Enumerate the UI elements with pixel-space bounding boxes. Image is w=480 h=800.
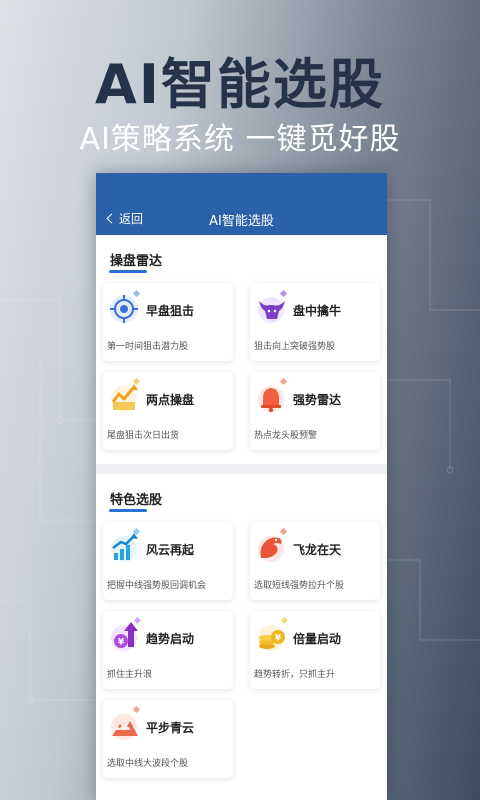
card-title: 早盘狙击 <box>146 304 195 318</box>
strategy-card[interactable]: 两点操盘 尾盘狙击次日出货 <box>103 372 233 450</box>
card-description: 抓住主升浪 <box>107 670 153 680</box>
target-icon <box>110 289 141 323</box>
section-operation-radar: 操盘雷达 早盘狙击 第一时间狙击潜力股 盘中擒牛 狙击向上突破强势股 两点操盘 … <box>96 235 387 450</box>
card-description: 狙击向上突破强势股 <box>254 342 336 352</box>
card-description: 选取短线强势拉升个股 <box>254 581 345 591</box>
strategy-card[interactable]: ¥ 倍量启动 趋势转折，只抓主升 <box>250 611 380 689</box>
app-header: 返回 AI智能选股 <box>96 173 387 235</box>
strategy-card[interactable]: 风云再起 把握中线强势股回调机会 <box>103 522 233 600</box>
rising-bars-icon <box>111 528 141 562</box>
section-underline <box>109 270 147 273</box>
dragon-icon <box>258 528 288 562</box>
section-title: 操盘雷达 <box>110 254 163 269</box>
card-title: 平步青云 <box>146 721 195 735</box>
mountain-cloud-icon <box>111 706 141 740</box>
hero-title: AI智能选股 <box>95 53 385 116</box>
card-title: 两点操盘 <box>146 393 195 407</box>
section-divider <box>96 464 387 474</box>
card-description: 尾盘狙击次日出货 <box>107 431 180 441</box>
card-title: 盘中擒牛 <box>293 304 342 318</box>
card-description: 把握中线强势股回调机会 <box>107 581 207 591</box>
section-title: 特色选股 <box>110 493 163 508</box>
card-description: 热点龙头股预警 <box>254 431 318 441</box>
card-title: 强势雷达 <box>293 393 342 407</box>
strategy-card[interactable]: 早盘狙击 第一时间狙击潜力股 <box>103 283 233 361</box>
strategy-card[interactable]: 飞龙在天 选取短线强势拉升个股 <box>250 522 380 600</box>
section-featured-picks: 特色选股 风云再起 把握中线强势股回调机会 飞龙在天 选取短线强势拉升个股 ¥ … <box>96 474 387 778</box>
trend-chart-icon <box>111 378 141 412</box>
bell-icon <box>258 378 288 413</box>
card-title: 倍量启动 <box>293 632 342 646</box>
card-description: 选取中线大波段个股 <box>107 759 189 769</box>
coin-stack-icon: ¥ <box>258 617 289 651</box>
yen-arrow-icon: ¥ <box>111 617 142 651</box>
svg-text:¥: ¥ <box>275 634 282 644</box>
section-header: 操盘雷达 <box>103 235 380 283</box>
card-title: 飞龙在天 <box>293 543 342 557</box>
section-underline <box>109 509 147 512</box>
strategy-card[interactable]: ¥ 趋势启动 抓住主升浪 <box>103 611 233 689</box>
section-header: 特色选股 <box>103 474 380 522</box>
card-description: 趋势转折，只抓主升 <box>254 670 336 680</box>
card-title: 趋势启动 <box>146 632 195 646</box>
strategy-card[interactable]: 盘中擒牛 狙击向上突破强势股 <box>250 283 380 361</box>
card-title: 风云再起 <box>146 543 195 557</box>
hero-subtitle: AI策略系统 一键觅好股 <box>79 122 401 157</box>
strategy-card[interactable]: 强势雷达 热点龙头股预警 <box>250 372 380 450</box>
svg-text:¥: ¥ <box>118 638 125 648</box>
strategy-card[interactable]: 平步青云 选取中线大波段个股 <box>103 700 233 778</box>
card-description: 第一时间狙击潜力股 <box>107 342 189 352</box>
bull-icon <box>258 289 288 323</box>
phone-screen: 返回 AI智能选股 操盘雷达 早盘狙击 第一时间狙击潜力股 盘中擒牛 狙击向上突… <box>96 173 387 800</box>
page-title: AI智能选股 <box>209 214 274 229</box>
